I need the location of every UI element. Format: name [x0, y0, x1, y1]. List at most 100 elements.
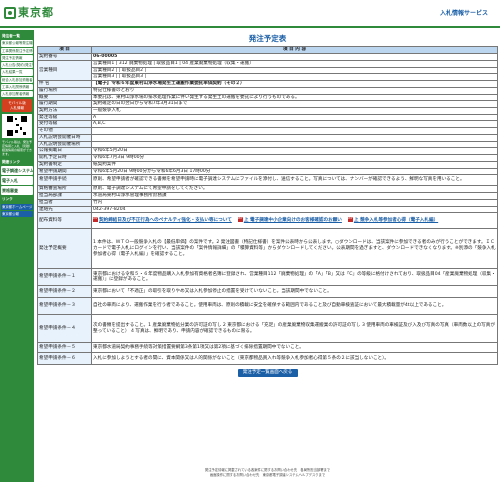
- row-value: A: [91, 113, 498, 122]
- sidebar-item-5[interactable]: 総合入札参加資格者名簿: [1, 76, 33, 83]
- row-label: 契約番号: [37, 53, 92, 61]
- attachment-link[interactable]: PDF契約締結日及び不正行為へのペナルティ強化・支払い等について: [93, 217, 232, 224]
- row-label: 希望申請条件－５: [37, 342, 92, 354]
- link-e-bidding[interactable]: 電子入札: [1, 176, 33, 186]
- sidebar-item-4[interactable]: 入札結果一覧: [1, 69, 33, 76]
- row-value: [91, 133, 498, 142]
- row-value: 【電子】令和６年度東村山浄水場発生土運搬作業委託単価契約（その２）: [91, 80, 498, 88]
- row-value: 一般競争入札: [91, 107, 498, 115]
- row-label: 開札予定日時: [37, 154, 92, 162]
- row-value: 東京都水道局契約事務手続等対策措置要綱第3条第1項又は第2項に基づく排除措置期間…: [91, 342, 498, 354]
- site-header: 東京都 入札情報サービス: [0, 0, 500, 28]
- row-label: 希望申請手続: [37, 174, 92, 187]
- row-value: 竹内: [91, 198, 498, 207]
- row-label: 受付等級: [37, 120, 92, 129]
- row-value: 次の書類を提出すること。1 産業廃棄物処分業の許可証の写し 2 東京都における「…: [91, 314, 498, 344]
- mobile-banner[interactable]: モバイル版 入札情報: [2, 99, 32, 113]
- sidebar-item-6[interactable]: 工事入札関係情報: [1, 83, 33, 91]
- sidebar: 発注者一覧 東京都公報等発注機関公表 工事関係発注予定情報 発注予定情報 入札公…: [0, 30, 34, 482]
- row-value: [91, 127, 498, 135]
- row-value: 営業種目1 | 312 廃棄物処理 | 取扱品目1 | 04 産業廃棄物処理（収…: [91, 59, 498, 68]
- row-value: [91, 140, 498, 149]
- row-label: 公報掲載日: [37, 147, 92, 156]
- row-label: 連絡先: [37, 205, 92, 214]
- row-label: 概要: [37, 93, 92, 102]
- attachment-text: 上 競争入札等参加者心得（電子入札編）: [353, 218, 439, 224]
- back-to-list-button[interactable]: 発注予定一覧画面へ戻る: [237, 369, 298, 378]
- attachment-link[interactable]: PDF上 競争入札等参加者心得（電子入札編）: [347, 217, 439, 224]
- row-value: 令和6年7月3日 9時00分: [91, 154, 498, 162]
- row-label: 営業種目: [37, 59, 92, 82]
- row-value: 営業種目3 | | 取扱品目3 |: [91, 73, 498, 82]
- sidebar-item-2[interactable]: 発注予定情報: [1, 54, 33, 62]
- footer: 発注予定情報に掲載されている各案件に関するお問い合わせ先 各局所担当部署まで 画…: [37, 468, 498, 477]
- row-label: 資格審査場所: [37, 185, 92, 194]
- row-label: 入札説明会開催場所: [37, 140, 92, 149]
- row-label: 希望申請条件－３: [37, 297, 92, 316]
- attachments-cell: PDF契約締結日及び不正行為へのペナルティ強化・支払い等について PDF上 電子…: [91, 212, 498, 230]
- row-label: 発注等級: [37, 113, 92, 122]
- row-value: 東京都における令和５・６年度物品購入入札参加有資格者名簿に登録され、営業種目11…: [91, 268, 498, 287]
- row-label: その他: [37, 127, 92, 135]
- row-label: 発注予定概要: [37, 228, 92, 270]
- row-label: 希望申請条件－４: [37, 314, 92, 344]
- row-label: 配布資料等: [37, 212, 92, 230]
- row-label: 希望申請条件－１: [37, 268, 92, 287]
- pdf-icon: PDF: [93, 217, 98, 223]
- row-label: 希望申請条件－６: [37, 352, 92, 366]
- col-header-item: 項 目: [37, 46, 92, 55]
- link-tokyo-home[interactable]: 東京都ホームページ: [1, 203, 33, 211]
- row-label: 契約方法: [37, 107, 92, 115]
- row-label: 契約書制定: [37, 160, 92, 169]
- logo-text: 東京都: [18, 6, 54, 20]
- row-value: 1 本件は、ＷＴＯ一般競争入札の【最低単価】の案件です。2 発注図書（特記仕様書…: [91, 228, 498, 270]
- sidebar-menu-title: 発注者一覧: [2, 34, 20, 38]
- mobile-note: モバイル版は、発注予定情報と入札（見積）経過情報の検索ができます。: [2, 140, 33, 156]
- row-value: 原則、希望申請者が確認できる書類を希望申請時に電子調達システムにファイルを添付し…: [91, 174, 498, 187]
- row-value: 営業種目2 | | 取扱品目2 |: [91, 66, 498, 75]
- row-label: 希望申請期間: [37, 167, 92, 176]
- link-e-procurement[interactable]: 電子調達システム(TOP): [1, 166, 33, 176]
- order-plan-table: 項 目項 目 内 容 契約番号 06-00005 営業種目 営業種目1 | 312 …: [37, 46, 498, 366]
- row-value: 本委託は、東村山浄水場の排水処理作業に伴い発生する発生土の運搬を委託により行うも…: [91, 93, 498, 102]
- row-value: 令和6年5月20日 9時00分から令和6年6月3日 17時00分: [91, 167, 498, 176]
- attachment-text: 契約締結日及び不正行為へのペナルティ強化・支払い等について: [99, 218, 232, 224]
- pdf-icon: PDF: [237, 217, 243, 223]
- row-value: 契約確定の日の翌日から令和7年3月31日まで: [91, 100, 498, 108]
- link-qualification[interactable]: 資格審査: [1, 186, 33, 196]
- row-label: 担当者: [37, 198, 92, 207]
- row-label: 希望申請条件－２: [37, 285, 92, 299]
- sidebar-item-7[interactable]: 入札参加業者情報: [1, 91, 33, 98]
- qr-icon: [6, 115, 28, 138]
- sidebar-item-0[interactable]: 東京都公報等発注機関公表: [1, 40, 33, 47]
- row-label: 入札説明会開催日時: [37, 133, 92, 142]
- footer-helpdesk-line: 画面操作に関するお問い合わせ先 東京都電子調達システムヘルプデスクまで: [209, 472, 326, 477]
- row-label: 件 名: [37, 80, 92, 88]
- row-value: 令和6年5月20日: [91, 147, 498, 156]
- row-value: 特記仕様書のとおり: [91, 86, 498, 95]
- qr-code: [2, 114, 32, 139]
- row-label: 担当局部課: [37, 192, 92, 200]
- sidebar-item-1[interactable]: 工事関係発注予定情報: [1, 47, 33, 54]
- attachment-link[interactable]: PDF上 電子調達中小企業向けのお客様確認のお願い: [237, 217, 342, 224]
- link-tokyo-gazette[interactable]: 東京都公報: [1, 211, 33, 218]
- row-label: 履行場所: [37, 86, 92, 95]
- row-value: A,B,C: [91, 120, 498, 129]
- tokyo-logo[interactable]: 東京都: [4, 6, 54, 20]
- pdf-icon: PDF: [347, 217, 353, 223]
- main-content: 発注予定表 項 目項 目 内 容 契約番号 06-00005 営業種目 営業種目1 …: [37, 34, 498, 381]
- row-value: 原則、電子調達システムにて希望申請をしてください。: [91, 185, 498, 194]
- row-value: 06-00005: [91, 53, 498, 61]
- row-value: 042-397-8204: [91, 205, 498, 214]
- attachment-text: 上 電子調達中小企業向けのお客様確認のお願い: [243, 218, 342, 224]
- col-header-content: 項 目 内 容: [91, 46, 498, 55]
- page-title: 発注予定表: [248, 34, 287, 43]
- row-value: 水道局東村山浄水管理事務所庶務課: [91, 192, 498, 200]
- tokyo-mark-icon: [4, 7, 16, 19]
- row-value: 自社の車両により、運搬作業を行う者であること。使用車両は、原則の積載に安全を確保…: [91, 297, 498, 316]
- sidebar-item-3[interactable]: 入札公告(契約)発注情報: [1, 62, 33, 69]
- sub-links-title: リンク: [2, 197, 13, 202]
- row-label: 履行期間: [37, 100, 92, 108]
- row-value: 入札に参加しようとする者の間に、資本関係又は人的関係がないこと（東京都物品買入れ…: [91, 352, 498, 366]
- row-value: 東京都において「不適正」の取引を取りやめ又は入札参加停止の措置を受けていないこと…: [91, 285, 498, 299]
